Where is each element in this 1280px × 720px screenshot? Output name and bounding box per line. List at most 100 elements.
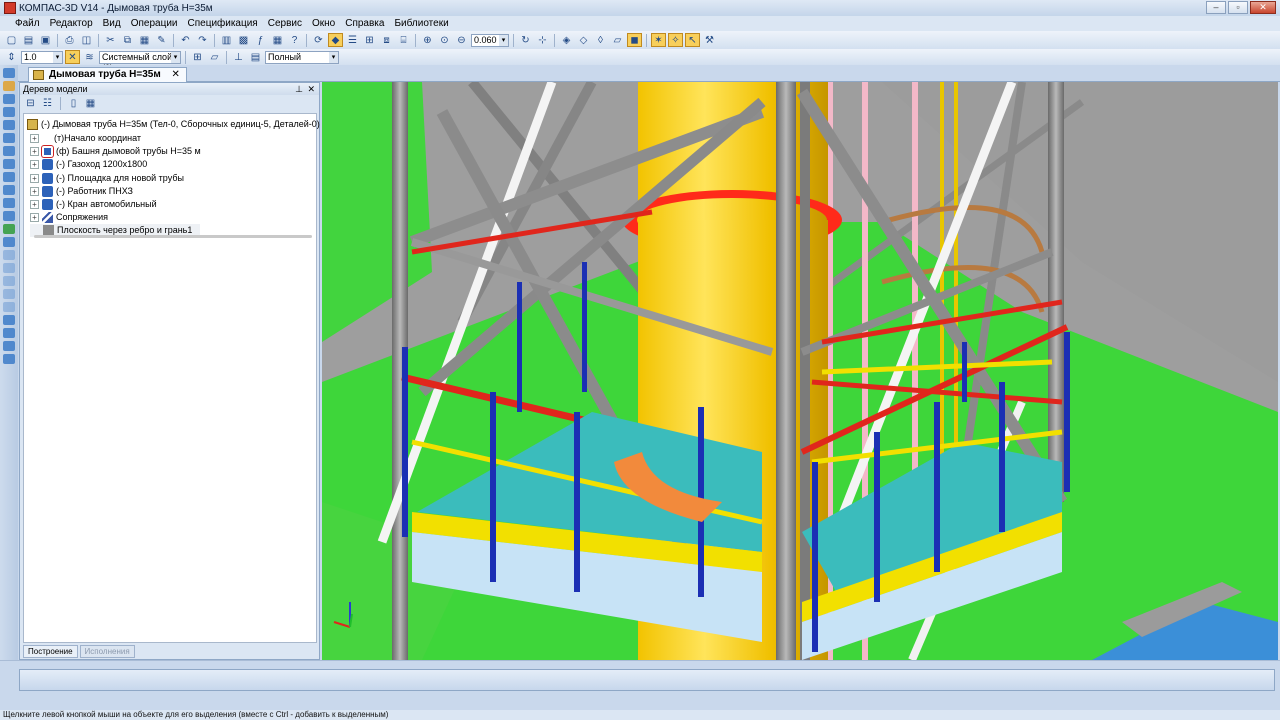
rotate-icon[interactable]: ↻ [518,33,533,47]
maximize-button[interactable]: ▫ [1228,1,1248,14]
close-button[interactable]: ✕ [1250,1,1276,14]
format-brush-icon[interactable]: ✎ [154,33,169,47]
compact-tool-icon[interactable] [3,146,15,156]
tree-item-mates[interactable]: + Сопряжения [30,211,108,224]
tree-item-duct[interactable]: + (-) Газоход 1200х1800 [30,158,147,171]
menu-service[interactable]: Сервис [263,18,307,29]
compact-tool-icon[interactable] [3,315,15,325]
select-icon[interactable]: ↖ [685,33,700,47]
tree-item-tower[interactable]: + (ф) Башня дымовой трубы Н=35 м [30,145,201,158]
shaded-icon[interactable]: ◈ [559,33,574,47]
display-style-field[interactable]: Полный ▾ [265,50,339,64]
orientation-icon[interactable]: ⊹ [535,33,550,47]
tree-item-crane[interactable]: + (-) Кран автомобильный [30,198,157,211]
tree-item-platform[interactable]: + (-) Площадка для новой трубы [30,172,184,185]
document-tab[interactable]: Дымовая труба Н=35м ✕ [28,67,187,82]
shaded-edges-icon[interactable]: ◼ [627,33,642,47]
model-viewport[interactable] [322,82,1278,660]
expand-icon[interactable]: + [30,174,39,183]
calculator-icon[interactable]: ▦ [270,33,285,47]
compact-tool-icon[interactable] [3,107,15,117]
compact-tool-icon[interactable] [3,328,15,338]
compact-tool-icon[interactable] [3,198,15,208]
menu-help[interactable]: Справка [340,18,389,29]
compact-tool-icon[interactable] [3,341,15,351]
minimize-button[interactable]: ‒ [1206,1,1226,14]
tree-filter-icon[interactable]: ▯ [67,97,80,109]
3d-scene[interactable] [322,82,1278,660]
print-icon[interactable]: ⎙ [62,33,77,47]
ortho-icon[interactable]: ⊥ [231,50,246,64]
compact-tool-icon[interactable] [3,263,15,273]
plane-icon[interactable]: ▱ [207,50,222,64]
compact-tool-icon[interactable] [3,120,15,130]
attributes-icon[interactable]: ⊞ [362,33,377,47]
compact-tool-icon[interactable] [3,94,15,104]
compact-tool-icon[interactable] [3,172,15,182]
tree-item-origin[interactable]: + (т)Начало координат [30,132,141,145]
tab-versions[interactable]: Исполнения [79,645,135,658]
expand-icon[interactable]: + [30,213,39,222]
detail-icon[interactable]: ▤ [248,50,263,64]
close-tab-icon[interactable]: ✕ [172,69,180,80]
zoom-window-icon[interactable]: ⊕ [420,33,435,47]
layer-state-icon[interactable]: ≋ [82,50,97,64]
tree-view-icon[interactable]: ☷ [41,97,54,109]
compact-tool-icon[interactable] [3,211,15,221]
fx-icon[interactable]: ƒ [253,33,268,47]
tree-root[interactable]: (-) Дымовая труба Н=35м (Тел-0, Сборочны… [27,118,320,131]
compact-tool-icon[interactable] [3,354,15,364]
menu-window[interactable]: Окно [307,18,340,29]
menu-view[interactable]: Вид [98,18,126,29]
paste-icon[interactable]: ▦ [137,33,152,47]
thin-lines-icon[interactable]: ▱ [610,33,625,47]
save-icon[interactable]: ▣ [38,33,53,47]
tree-sync-icon[interactable]: ▦ [84,97,97,109]
undo-icon[interactable]: ↶ [178,33,193,47]
select-filter-icon[interactable]: ◆ [328,33,343,47]
local-cs-icon[interactable]: ⊞ [190,50,205,64]
compact-tool-icon[interactable] [3,276,15,286]
layers-icon[interactable]: ⧈ [379,33,394,47]
menu-operations[interactable]: Операции [126,18,183,29]
redo-icon[interactable]: ↷ [195,33,210,47]
help-pointer-icon[interactable]: ? [287,33,302,47]
compact-tool-icon[interactable] [3,68,15,78]
menu-editor[interactable]: Редактор [45,18,98,29]
expand-icon[interactable]: + [30,134,39,143]
tree-scrollbar[interactable] [34,235,312,238]
properties-icon[interactable]: ☰ [345,33,360,47]
menu-specification[interactable]: Спецификация [183,18,263,29]
compact-tool-icon[interactable] [3,237,15,247]
zoom-scale-icon[interactable]: ⊖ [454,33,469,47]
copy-icon[interactable]: ⧉ [120,33,135,47]
cut-icon[interactable]: ✂ [103,33,118,47]
expand-icon[interactable]: + [30,147,39,156]
compact-tool-icon[interactable] [3,81,15,91]
measure-icon[interactable]: ⌸ [396,33,411,47]
hidden-lines-icon[interactable]: ◊ [593,33,608,47]
compact-tool-icon[interactable] [3,289,15,299]
rebuild-icon[interactable]: ⟳ [311,33,326,47]
perspective-icon[interactable]: ✧ [668,33,683,47]
variables-icon[interactable]: ▩ [236,33,251,47]
expand-icon[interactable]: + [30,160,39,169]
menu-libraries[interactable]: Библиотеки [389,18,453,29]
preview-icon[interactable]: ◫ [79,33,94,47]
manager-icon[interactable]: ▥ [219,33,234,47]
step-field[interactable]: 1.0 ▾ [21,50,63,64]
new-file-icon[interactable]: ▢ [4,33,19,47]
open-file-icon[interactable]: ▤ [21,33,36,47]
pin-icon[interactable]: ⊥ [295,83,303,95]
menu-file[interactable]: Файл [10,18,45,29]
compact-tool-icon[interactable] [3,185,15,195]
tools-icon[interactable]: ⚒ [702,33,717,47]
expand-icon[interactable]: + [30,187,39,196]
expand-icon[interactable]: + [30,200,39,209]
layer-field[interactable]: Системный слой (0)▾ [99,50,181,73]
compact-tool-icon[interactable] [3,224,15,234]
compact-tool-icon[interactable] [3,133,15,143]
close-panel-icon[interactable]: ✕ [307,83,315,95]
tree-item-worker[interactable]: + (-) Работник ПНХЗ [30,185,133,198]
zoom-scale-field[interactable]: 0.060 ▾ [471,33,509,47]
